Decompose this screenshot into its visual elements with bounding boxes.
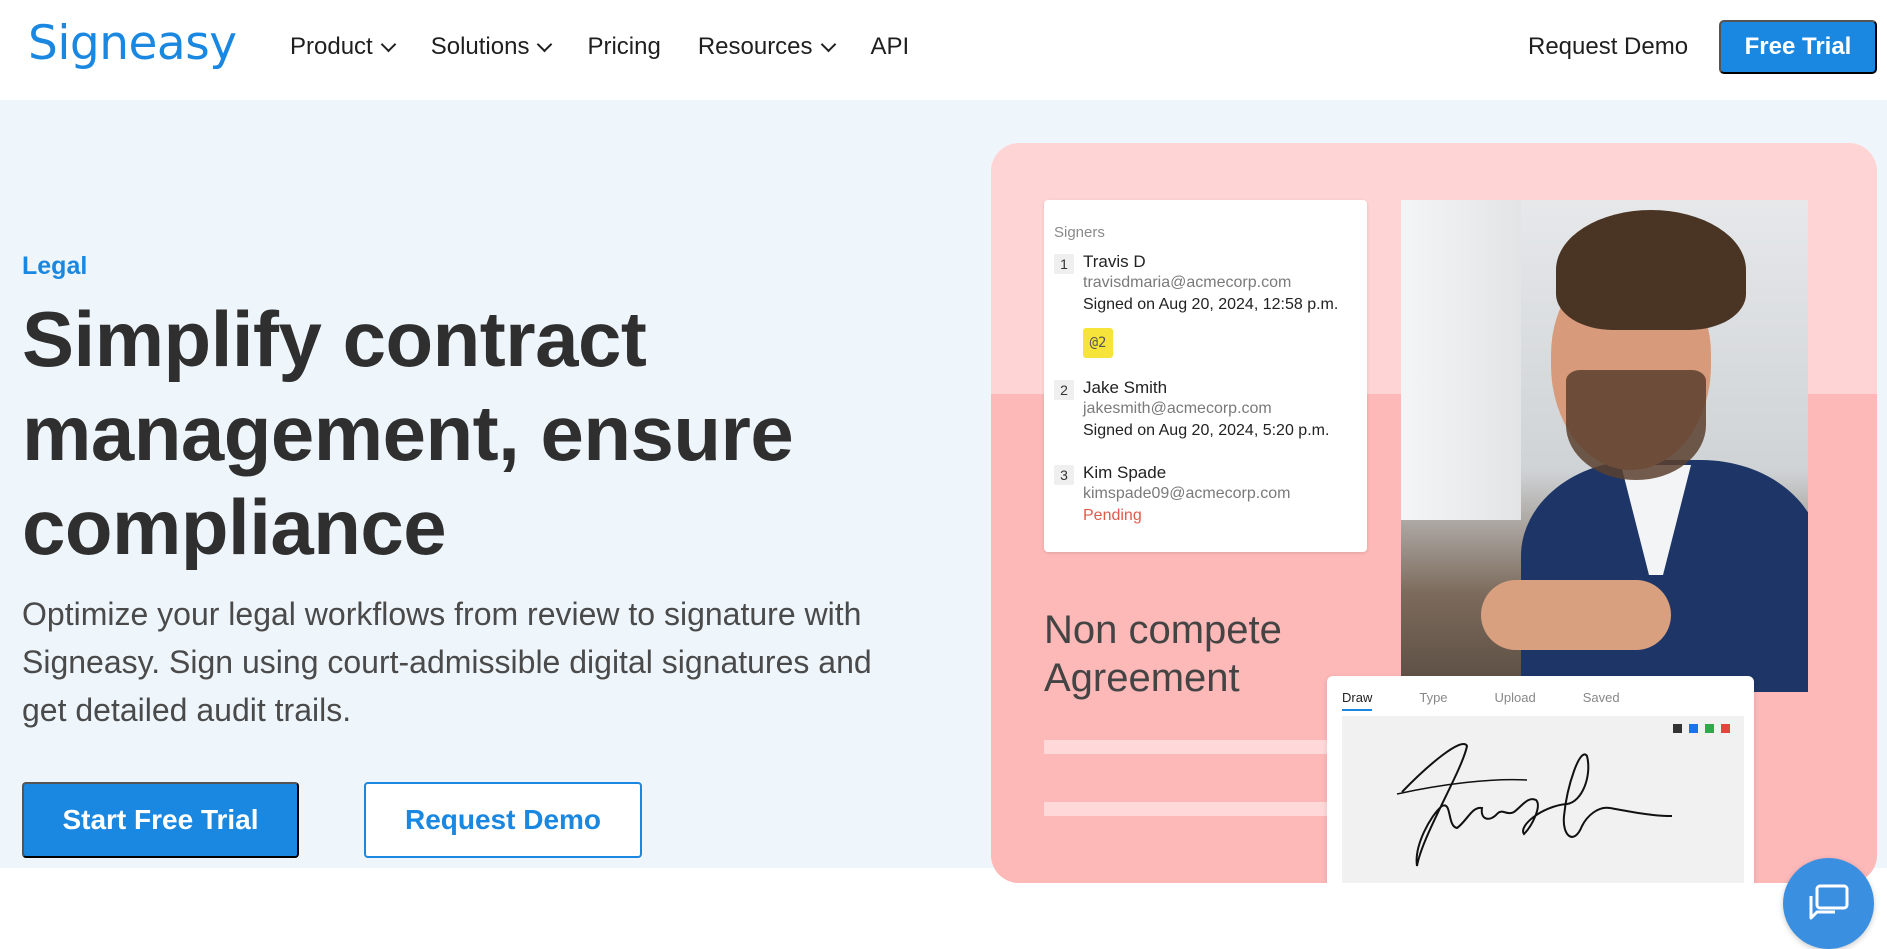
nav-resources-label: Resources: [697, 33, 813, 60]
tab-saved: Saved: [1582, 690, 1620, 705]
document-title: Non compete Agreement: [1044, 608, 1282, 700]
tab-type: Type: [1419, 690, 1448, 705]
hero-headline: Simplify contract management, ensure com…: [22, 295, 794, 571]
signer-email: jakesmith@acmecorp.com: [1083, 400, 1272, 417]
hero-section: Legal Simplify contract management, ensu…: [0, 100, 1887, 949]
chat-icon: [1809, 884, 1848, 919]
signer-status-pending: Pending: [1083, 507, 1142, 524]
signature-draw-area: [1342, 716, 1744, 883]
hero-illustration: Signers 1 Travis D travisdmaria@acmecorp…: [991, 143, 1877, 883]
request-demo-button[interactable]: Request Demo: [364, 782, 642, 858]
nav-resources[interactable]: Resources: [697, 33, 836, 61]
hero-eyebrow: Legal: [22, 252, 88, 280]
photo-hands: [1481, 580, 1671, 650]
chevron-down-icon: [380, 36, 396, 52]
signer-number: 2: [1054, 380, 1074, 400]
tab-draw: Draw: [1342, 690, 1373, 711]
chat-button[interactable]: [1783, 858, 1874, 949]
header-request-demo-link[interactable]: Request Demo: [1528, 33, 1688, 61]
signer-email: kimspade09@acmecorp.com: [1083, 485, 1291, 502]
header-free-trial-button[interactable]: Free Trial: [1719, 20, 1877, 74]
chevron-down-icon: [537, 36, 553, 52]
signer-name: Jake Smith: [1083, 378, 1168, 397]
signer-name: Kim Spade: [1083, 463, 1167, 482]
signer-number: 1: [1054, 254, 1074, 274]
photo-hair: [1556, 210, 1746, 330]
handwritten-signature: [1396, 743, 1673, 867]
nav-product-label: Product: [290, 33, 373, 60]
signers-card: Signers 1 Travis D travisdmaria@acmecorp…: [1044, 200, 1367, 552]
nav-solutions[interactable]: Solutions: [430, 33, 553, 61]
businessman-photo: [1401, 200, 1808, 692]
document-text-line: [1044, 740, 1344, 754]
main-nav: Product Solutions Pricing Resources API: [290, 0, 946, 94]
signer-name: Travis D: [1083, 252, 1146, 271]
tab-upload: Upload: [1494, 690, 1536, 705]
nav-product[interactable]: Product: [290, 33, 396, 61]
signeasy-logo[interactable]: Signeasy: [28, 16, 237, 71]
signer-status: Signed on Aug 20, 2024, 5:20 p.m.: [1083, 422, 1330, 439]
nav-api[interactable]: API: [871, 33, 910, 61]
nav-solutions-label: Solutions: [430, 33, 530, 60]
start-free-trial-button[interactable]: Start Free Trial: [22, 782, 299, 858]
signature-tabs: Draw Type Upload Saved: [1342, 690, 1667, 711]
chevron-down-icon: [820, 36, 836, 52]
site-header: Signeasy Product Solutions Pricing Resou…: [0, 0, 1887, 100]
signers-title: Signers: [1054, 224, 1105, 241]
nav-pricing-label: Pricing: [587, 33, 661, 60]
signer-status: Signed on Aug 20, 2024, 12:58 p.m.: [1083, 296, 1339, 313]
signer-email: travisdmaria@acmecorp.com: [1083, 274, 1292, 291]
photo-window: [1401, 200, 1521, 520]
nav-api-label: API: [870, 33, 910, 60]
photo-beard: [1566, 370, 1706, 480]
document-text-line: [1044, 802, 1344, 816]
signature-pad-card: Draw Type Upload Saved: [1327, 676, 1754, 883]
signature-field-tag: @2: [1083, 328, 1113, 358]
signer-number: 3: [1054, 465, 1074, 485]
nav-pricing[interactable]: Pricing: [587, 33, 660, 61]
hero-subtext: Optimize your legal workflows from revie…: [22, 596, 872, 728]
